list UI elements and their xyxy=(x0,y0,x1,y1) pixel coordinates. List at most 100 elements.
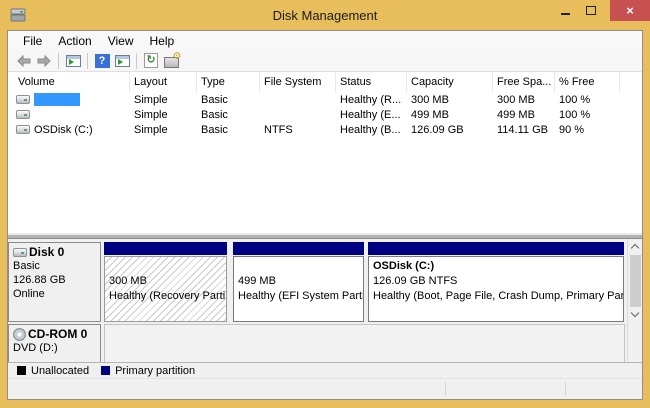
primary-partition-swatch xyxy=(101,366,110,375)
cell-status: Healthy (E... xyxy=(336,109,407,121)
toolbar-separator xyxy=(136,53,137,69)
cdrom-row: CD-ROM 0 DVD (D:) xyxy=(8,324,625,362)
selected-volume-highlight xyxy=(34,93,80,106)
vertical-scrollbar[interactable] xyxy=(627,239,642,362)
chevron-up-icon xyxy=(630,244,638,252)
scrollbar-thumb[interactable] xyxy=(630,255,641,307)
menu-action[interactable]: Action xyxy=(50,32,99,50)
header-volume[interactable]: Volume xyxy=(8,72,130,92)
volume-list-header: Volume Layout Type File System Status Ca… xyxy=(8,72,642,92)
cell-free-space: 114.11 GB xyxy=(493,124,555,136)
primary-partition-label: Primary partition xyxy=(115,365,195,377)
disk0-type: Basic xyxy=(13,259,100,273)
toolbar-separator xyxy=(58,53,59,69)
cdrom-name: CD-ROM 0 xyxy=(28,327,87,341)
refresh-button[interactable]: ↻ xyxy=(141,52,161,70)
graphical-view-pane: Disk 0 Basic 126.88 GB Online 300 MB xyxy=(8,239,642,378)
volume-icon xyxy=(16,95,30,104)
partition-status: Healthy (EFI System Partit xyxy=(238,289,363,304)
cell-file-system: NTFS xyxy=(260,124,336,136)
cell-capacity: 126.09 GB xyxy=(407,124,493,136)
disk0-label-panel[interactable]: Disk 0 Basic 126.88 GB Online xyxy=(8,242,101,322)
menu-bar: File Action View Help xyxy=(8,31,642,50)
scroll-down-button[interactable] xyxy=(628,307,643,362)
cell-status: Healthy (R... xyxy=(336,94,407,106)
toolbar-separator xyxy=(87,53,88,69)
menu-help[interactable]: Help xyxy=(142,32,183,50)
partition-status: Healthy (Recovery Parti xyxy=(109,289,226,304)
cell-status: Healthy (B... xyxy=(336,124,407,136)
action-pane-icon xyxy=(115,55,130,67)
cell-volume: OSDisk (C:) xyxy=(34,124,93,136)
partition-status: Healthy (Boot, Page File, Crash Dump, Pr… xyxy=(373,289,623,304)
unallocated-label: Unallocated xyxy=(31,365,89,377)
refresh-icon: ↻ xyxy=(144,53,158,68)
header-file-system[interactable]: File System xyxy=(260,72,336,92)
statusbar-divider xyxy=(445,382,446,396)
legend-bar: Unallocated Primary partition xyxy=(8,362,642,378)
header-layout[interactable]: Layout xyxy=(130,72,197,92)
partition-size: 126.09 GB NTFS xyxy=(373,274,623,289)
cdrom-media-area[interactable] xyxy=(104,324,625,362)
partition-color-bar xyxy=(233,242,364,255)
partition-size: 300 MB xyxy=(109,274,226,289)
cell-layout: Simple xyxy=(130,124,197,136)
status-bar xyxy=(8,378,642,399)
partition-osdisk[interactable]: OSDisk (C:) 126.09 GB NTFS Healthy (Boot… xyxy=(368,242,624,322)
cdrom-label-panel[interactable]: CD-ROM 0 DVD (D:) xyxy=(8,324,101,362)
partition-title: OSDisk (C:) xyxy=(373,259,623,274)
cell-type: Basic xyxy=(197,109,260,121)
cdrom-icon xyxy=(13,328,26,341)
toolbar: ? ↻ xyxy=(8,50,642,72)
chevron-down-icon xyxy=(630,309,638,317)
cell-layout: Simple xyxy=(130,94,197,106)
forward-button[interactable] xyxy=(34,52,54,70)
partition-recovery[interactable]: 300 MB Healthy (Recovery Parti xyxy=(104,242,227,322)
cell-capacity: 300 MB xyxy=(407,94,493,106)
statusbar-divider xyxy=(565,382,566,396)
partition-size: 499 MB xyxy=(238,274,363,289)
help-icon: ? xyxy=(95,54,110,68)
cell-type: Basic xyxy=(197,124,260,136)
disk-properties-button[interactable] xyxy=(161,52,181,70)
scroll-up-button[interactable] xyxy=(628,239,643,254)
cell-free-space: 300 MB xyxy=(493,94,555,106)
close-button[interactable]: × xyxy=(610,0,650,21)
show-console-tree-button[interactable] xyxy=(63,52,83,70)
maximize-button[interactable] xyxy=(578,0,604,21)
console-tree-icon xyxy=(66,55,81,67)
maximize-icon xyxy=(586,6,596,15)
volume-list: Volume Layout Type File System Status Ca… xyxy=(8,72,642,233)
table-row[interactable]: Simple Basic Healthy (E... 499 MB 499 MB… xyxy=(8,107,642,122)
minimize-button[interactable] xyxy=(552,0,578,21)
table-row[interactable]: OSDisk (C:) Simple Basic NTFS Healthy (B… xyxy=(8,122,642,137)
minimize-icon xyxy=(561,13,570,15)
help-button[interactable]: ? xyxy=(92,52,112,70)
header-status[interactable]: Status xyxy=(336,72,407,92)
table-row[interactable]: Simple Basic Healthy (R... 300 MB 300 MB… xyxy=(8,92,642,107)
cell-capacity: 499 MB xyxy=(407,109,493,121)
back-button[interactable] xyxy=(14,52,34,70)
header-free-space[interactable]: Free Spa... xyxy=(493,72,555,92)
volume-icon xyxy=(16,125,30,134)
partition-color-bar xyxy=(104,242,227,255)
header-pct-free[interactable]: % Free xyxy=(555,72,620,92)
titlebar[interactable]: Disk Management × xyxy=(0,0,650,30)
disk-icon xyxy=(13,248,27,257)
cell-type: Basic xyxy=(197,94,260,106)
menu-view[interactable]: View xyxy=(100,32,142,50)
disk0-size: 126.88 GB xyxy=(13,273,100,287)
show-action-pane-button[interactable] xyxy=(112,52,132,70)
disk0-name: Disk 0 xyxy=(29,245,64,259)
window-content: File Action View Help ? xyxy=(7,30,643,400)
cell-pct-free: 100 % xyxy=(555,94,620,106)
header-type[interactable]: Type xyxy=(197,72,260,92)
menu-file[interactable]: File xyxy=(15,32,50,50)
disk0-row: Disk 0 Basic 126.88 GB Online 300 MB xyxy=(8,242,625,322)
cell-free-space: 499 MB xyxy=(493,109,555,121)
back-arrow-icon xyxy=(17,55,31,67)
header-capacity[interactable]: Capacity xyxy=(407,72,493,92)
close-icon: × xyxy=(626,3,634,18)
partition-efi[interactable]: 499 MB Healthy (EFI System Partit xyxy=(233,242,364,322)
disk-management-window: Disk Management × File Action View Help xyxy=(0,0,650,408)
